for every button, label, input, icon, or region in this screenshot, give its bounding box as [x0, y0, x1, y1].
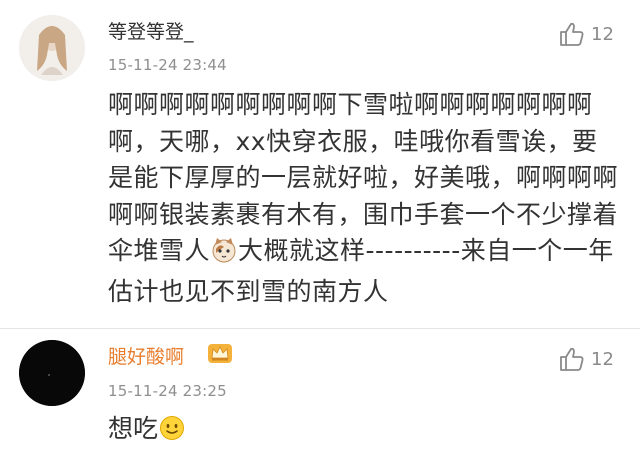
like-count: 12	[591, 24, 614, 45]
avatar-photo-icon	[19, 15, 85, 81]
avatar[interactable]	[19, 340, 85, 406]
thumbs-up-icon	[560, 347, 584, 371]
comment-divider	[0, 328, 640, 329]
comment-item: 等登等登_ 15-11-24 23:44 12 啊啊啊啊啊啊啊啊啊下雪啦啊啊啊啊…	[0, 0, 640, 330]
crown-icon	[207, 341, 233, 369]
comment-text: 啊啊啊啊啊啊啊啊啊下雪啦啊啊啊啊啊啊啊啊，天哪，xx快穿衣服，哇哦你看雪诶，要是…	[108, 87, 618, 311]
cat-face-icon	[211, 237, 237, 274]
thumbs-up-icon	[560, 22, 584, 46]
like-button[interactable]: 12	[558, 20, 622, 48]
avatar[interactable]	[19, 15, 85, 81]
comment-timestamp: 15-11-24 23:44	[108, 56, 227, 74]
comment-author[interactable]: 等登等登_	[108, 17, 194, 44]
comment-author[interactable]: 腿好酸啊	[108, 342, 184, 369]
avatar-photo-icon	[19, 340, 85, 406]
comment-text-part: 想吃	[108, 414, 159, 443]
comment-timestamp: 15-11-24 23:25	[108, 382, 227, 400]
like-count: 12	[591, 349, 614, 370]
comment-text: 想吃	[108, 414, 186, 448]
like-button[interactable]: 12	[558, 345, 622, 373]
smiley-face-icon	[159, 415, 185, 448]
